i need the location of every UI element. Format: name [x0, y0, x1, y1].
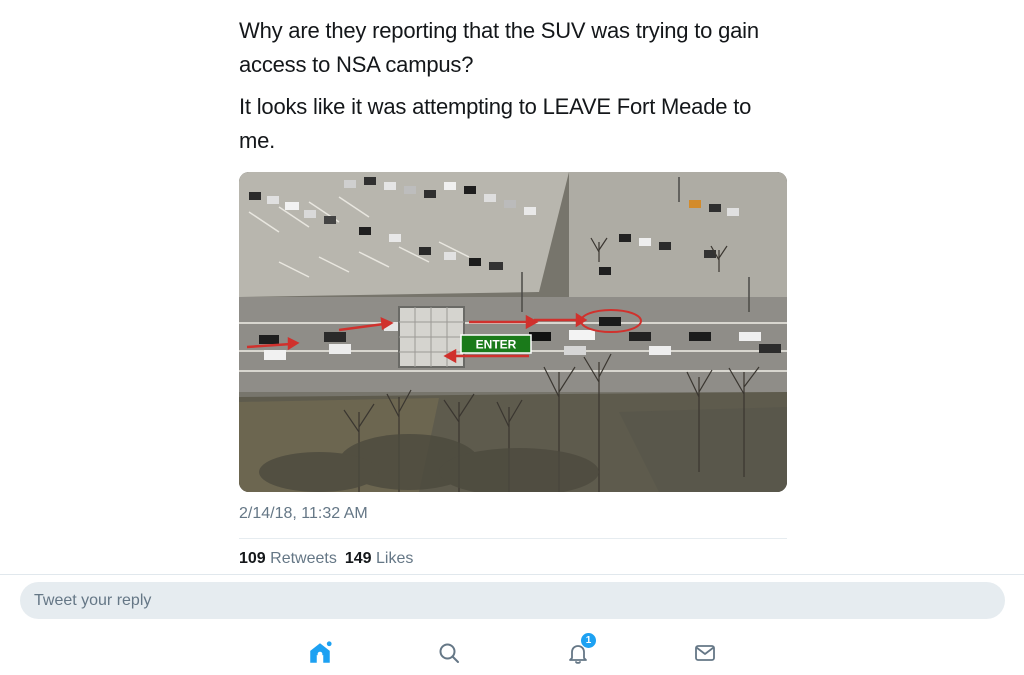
tweet-paragraph: It looks like it was attempting to LEAVE… — [239, 94, 752, 153]
retweets-stat[interactable]: 109 Retweets — [239, 550, 337, 567]
notification-badge: 1 — [580, 632, 597, 649]
tweet-detail-screen: Why are they reporting that the SUV was … — [0, 0, 1024, 675]
aerial-photo: ENTER — [239, 172, 787, 492]
search-icon — [439, 643, 459, 663]
tweet-stats: 109 Retweets 149 Likes — [239, 550, 413, 568]
tab-notifications[interactable]: 1 — [561, 632, 597, 670]
tweet-body: Why are they reporting that the SUV was … — [239, 14, 787, 158]
likes-label: Likes — [376, 550, 414, 567]
reply-input[interactable]: Tweet your reply — [20, 582, 1005, 619]
messages-icon — [695, 645, 715, 661]
home-icon — [310, 641, 332, 663]
divider — [0, 574, 1024, 575]
tab-home[interactable] — [303, 636, 337, 670]
tweet-paragraph: Why are they reporting that the SUV was … — [239, 18, 759, 77]
retweets-label: Retweets — [270, 550, 337, 567]
likes-count: 149 — [344, 550, 372, 567]
likes-stat[interactable]: 149 Likes — [345, 550, 414, 567]
tab-messages[interactable] — [688, 636, 722, 670]
retweets-count: 109 — [239, 550, 266, 567]
enter-sign-label: ENTER — [476, 338, 517, 352]
tweet-timestamp[interactable]: 2/14/18, 11:32 AM — [239, 505, 368, 523]
tweet-media-image[interactable]: ENTER — [239, 172, 787, 492]
divider — [239, 538, 787, 539]
bottom-tab-bar: 1 — [0, 628, 1024, 675]
tweet-text: Why are they reporting that the SUV was … — [239, 14, 787, 158]
tab-search[interactable] — [432, 636, 466, 670]
